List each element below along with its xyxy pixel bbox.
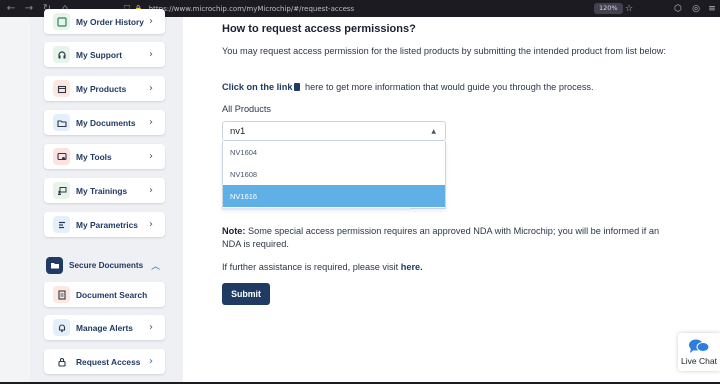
sidebar-item-label: My Documents [76, 117, 136, 128]
document-search-icon [53, 286, 70, 303]
live-chat-widget[interactable]: Live Chat [678, 333, 720, 371]
sidebar-item-label: My Tools [76, 151, 112, 162]
assist-line: If further assistance is required, pleas… [222, 261, 677, 274]
sidebar-item-products[interactable]: My Products › [44, 76, 165, 101]
forward-icon[interactable]: → [22, 2, 36, 16]
chevron-right-icon: › [149, 49, 153, 60]
zoom-level[interactable]: 120% [594, 3, 623, 14]
sidebar-item-documents[interactable]: My Documents › [44, 110, 165, 135]
dropdown-option[interactable]: NV1604 [223, 141, 445, 163]
bell-icon [53, 319, 70, 336]
assist-text: If further assistance is required, pleas… [222, 262, 401, 272]
product-dropdown: NV1604 NV1608 NV1616 [222, 141, 446, 209]
chevron-up-icon: ︿ [151, 261, 161, 272]
sidebar-item-tools[interactable]: My Tools › [44, 144, 165, 169]
note-text: Note: Some special access permission req… [222, 225, 677, 251]
extensions-icon[interactable]: ⬡ [672, 3, 684, 15]
chevron-right-icon: › [149, 219, 153, 230]
info-line: Click on the link here to get more infor… [222, 81, 677, 94]
chevron-right-icon: › [149, 117, 153, 128]
chat-bubble-icon [689, 339, 710, 353]
secure-folder-icon [46, 256, 63, 274]
hidden-field-edge [222, 208, 410, 210]
sidebar-item-manage-alerts[interactable]: Manage Alerts › [44, 315, 165, 340]
chevron-right-icon: › [149, 151, 153, 162]
chevron-right-icon: › [149, 16, 153, 27]
menu-icon[interactable]: ≡ [706, 3, 718, 15]
live-chat-label[interactable]: Live Chat [681, 356, 717, 366]
chevron-right-icon: › [149, 185, 153, 196]
chevron-right-icon: › [149, 356, 153, 367]
sidebar-item-parametrics[interactable]: My Parametrics › [44, 212, 165, 237]
sidebar-item-label: My Products [76, 83, 127, 94]
folder-icon [53, 114, 70, 131]
info-text: here to get more information that would … [302, 82, 594, 92]
parametrics-icon [53, 216, 70, 233]
lock-icon [53, 353, 70, 370]
product-select[interactable]: nv1 ▲ [222, 121, 446, 141]
tools-icon [53, 148, 70, 165]
sidebar-item-label: My Order History [76, 16, 144, 27]
back-icon[interactable]: ← [4, 2, 18, 16]
sidebar-item-support[interactable]: My Support › [44, 42, 165, 67]
note-prefix: Note: [222, 226, 246, 236]
sidebar-item-document-search[interactable]: Document Search [44, 282, 165, 307]
sidebar-gutter [0, 17, 30, 384]
caret-up-icon[interactable]: ▲ [431, 128, 436, 135]
intro-text: You may request access permission for th… [222, 46, 666, 56]
document-icon [294, 83, 301, 91]
note-body: Some special access permission requires … [222, 226, 660, 249]
sidebar-item-trainings[interactable]: My Trainings › [44, 178, 165, 203]
dropdown-option-selected[interactable]: NV1616 [223, 185, 445, 207]
order-history-icon [53, 13, 70, 30]
select-label: All Products [222, 104, 272, 114]
sidebar-item-label: Request Access [76, 356, 141, 367]
account-icon[interactable]: ◎ [690, 3, 702, 15]
product-select-value[interactable]: nv1 [230, 126, 431, 137]
secure-documents-label: Secure Documents [69, 260, 144, 270]
box-icon [53, 80, 70, 97]
sidebar-item-label: My Parametrics [76, 219, 138, 230]
assist-link[interactable]: here. [401, 262, 423, 272]
sidebar-item-label: Manage Alerts [76, 322, 133, 333]
secure-documents-toggle[interactable]: Secure Documents ︿ [46, 256, 166, 274]
sidebar-item-label: Document Search [76, 289, 148, 300]
headset-icon [53, 46, 70, 63]
bookmark-star-icon[interactable]: ☆ [623, 3, 635, 15]
chevron-right-icon: › [149, 322, 153, 333]
sidebar-item-label: My Trainings [76, 185, 128, 196]
address-bar[interactable]: ⛉ 🔒 https://www.microchip.com/myMicrochi… [124, 2, 644, 15]
sidebar-item-request-access[interactable]: Request Access › [44, 349, 165, 374]
submit-button[interactable]: Submit [222, 283, 270, 305]
training-icon [53, 182, 70, 199]
url-text[interactable]: https://www.microchip.com/myMicrochip/#/… [149, 5, 354, 13]
page-title: How to request access permissions? [222, 23, 416, 35]
dropdown-option[interactable]: NV1608 [223, 163, 445, 185]
chevron-right-icon: › [149, 83, 153, 94]
info-link[interactable]: Click on the link [222, 82, 292, 92]
sidebar-item-label: My Support [76, 49, 123, 60]
sidebar-item-order-history[interactable]: My Order History › [44, 9, 165, 34]
